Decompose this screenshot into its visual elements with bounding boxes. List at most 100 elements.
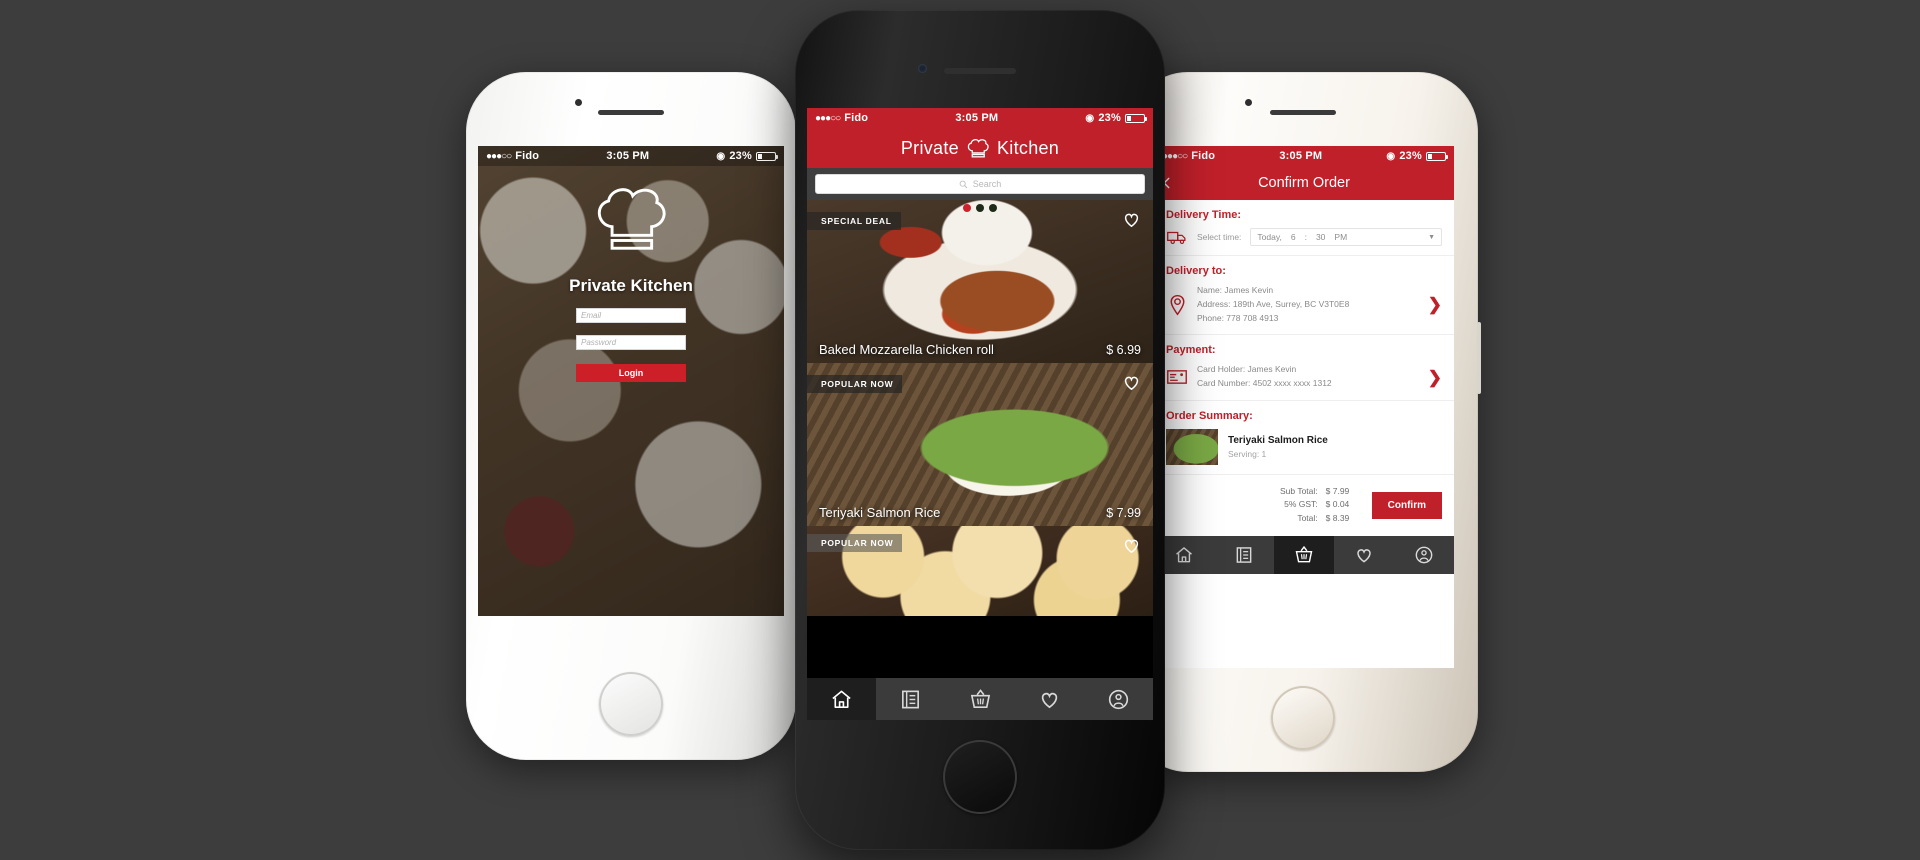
confirm-order-screen: ●●●○○ Fido 3:05 PM ◉ 23% Confirm Order D… — [1154, 146, 1454, 668]
card-badge: SPECIAL DEAL — [807, 212, 901, 230]
tab-menu[interactable] — [1214, 536, 1274, 574]
tab-favorites[interactable] — [1334, 536, 1394, 574]
phone-device-center: ●●●○○ Fido 3:05 PM ◉ 23% Private Kitchen — [795, 10, 1165, 850]
tab-home[interactable] — [807, 678, 877, 720]
order-summary-item: Teriyaki Salmon Rice Serving: 1 — [1166, 428, 1442, 465]
profile-icon — [1108, 689, 1129, 709]
login-button[interactable]: Login — [576, 364, 686, 382]
login-screen: ●●●○○ Fido 3:05 PM ◉ 23% Private Kitchen… — [478, 146, 784, 616]
carrier-label: Fido — [844, 112, 869, 124]
food-card[interactable]: POPULAR NOW — [807, 526, 1153, 616]
credit-card-icon — [1166, 370, 1188, 384]
clock-label: 3:05 PM — [955, 112, 999, 124]
email-field[interactable]: Email — [576, 308, 686, 323]
payment-heading: Payment: — [1166, 344, 1216, 357]
payment-section: Payment: Card Holder: James Kevin Card N… — [1154, 335, 1454, 401]
order-summary-heading: Order Summary: — [1166, 409, 1253, 422]
carousel-page-indicator — [963, 204, 997, 212]
time-hour-value: 6 — [1290, 232, 1296, 242]
search-bar-container: Search — [807, 168, 1153, 200]
food-feed[interactable]: SPECIAL DEAL Baked Mozzarella Chicken ro… — [807, 200, 1153, 616]
edit-address-chevron-icon[interactable]: ❯ — [1428, 296, 1442, 313]
food-name: Teriyaki Salmon Rice — [819, 505, 941, 520]
gst-value: $ 0.04 — [1325, 499, 1350, 510]
delivery-time-heading: Delivery Time: — [1166, 209, 1242, 221]
card-footer: Baked Mozzarella Chicken roll $ 6.99 — [807, 342, 1153, 357]
food-card[interactable]: SPECIAL DEAL Baked Mozzarella Chicken ro… — [807, 200, 1153, 363]
total-value: $ 8.39 — [1325, 513, 1350, 524]
heart-icon[interactable] — [1122, 536, 1141, 555]
search-input[interactable]: Search — [815, 174, 1145, 194]
order-summary-section: Order Summary: Teriyaki Salmon Rice Serv… — [1154, 401, 1454, 475]
tab-profile[interactable] — [1394, 536, 1454, 574]
home-button[interactable] — [599, 672, 663, 736]
location-pin-icon — [1166, 294, 1188, 316]
chevron-down-icon[interactable]: ▼ — [1428, 234, 1435, 241]
bottom-tab-bar — [807, 678, 1153, 720]
food-price: $ 6.99 — [1106, 343, 1141, 357]
confirm-button[interactable]: Confirm — [1371, 491, 1442, 519]
basket-icon — [970, 688, 990, 708]
front-camera-icon — [918, 64, 927, 73]
gst-label: 5% GST: — [1284, 499, 1318, 510]
tab-profile[interactable] — [1084, 678, 1153, 720]
clock-label: 3:05 PM — [1279, 150, 1323, 162]
time-select-dropdown[interactable]: Today, 6 : 30 PM ▼ — [1250, 228, 1442, 246]
totals-list: Sub Total: $ 7.99 5% GST: $ 0.04 Total: $ 8… — [1280, 485, 1360, 526]
card-badge: POPULAR NOW — [807, 534, 903, 552]
app-title-left: Private — [900, 137, 959, 158]
menu-book-icon — [902, 690, 920, 708]
battery-icon — [1425, 151, 1448, 161]
volume-side-button[interactable] — [1477, 322, 1481, 394]
front-camera-icon — [1245, 99, 1252, 106]
carrier-label: Fido — [1191, 150, 1216, 162]
battery-icon — [1124, 113, 1147, 123]
card-holder: Card Holder: James Kevin — [1197, 364, 1297, 375]
time-day-value: Today, — [1257, 232, 1282, 242]
heart-icon — [1041, 692, 1057, 708]
chef-hat-icon — [597, 188, 666, 250]
card-footer: Teriyaki Salmon Rice $ 7.99 — [807, 505, 1153, 520]
home-button[interactable] — [1271, 686, 1335, 750]
edit-payment-chevron-icon[interactable]: ❯ — [1428, 369, 1442, 386]
heart-icon[interactable] — [1122, 210, 1141, 229]
time-separator: : — [1304, 232, 1307, 242]
status-bar: ●●●○○ Fido 3:05 PM ◉ 23% — [807, 108, 1153, 128]
home-screen: ●●●○○ Fido 3:05 PM ◉ 23% Private Kitchen — [807, 108, 1153, 720]
food-name: Baked Mozzarella Chicken roll — [819, 342, 994, 357]
address-lines: Name: James Kevin Address: 189th Ave, Su… — [1197, 284, 1419, 325]
app-title-right: Kitchen — [996, 137, 1060, 158]
search-icon — [959, 180, 968, 188]
time-meridiem-value: PM — [1334, 232, 1348, 242]
profile-icon — [1415, 546, 1433, 563]
card-badge: POPULAR NOW — [807, 375, 903, 393]
alarm-icon: ◉ — [1386, 150, 1396, 162]
basket-icon — [1295, 545, 1313, 562]
time-minute-value: 30 — [1315, 232, 1326, 242]
chef-hat-icon — [967, 139, 989, 158]
home-icon — [1176, 546, 1192, 562]
select-time-label: Select time: — [1197, 232, 1242, 242]
recipient-address: Address: 189th Ave, Surrey, BC V3T0E8 — [1197, 298, 1350, 309]
total-label: Total: — [1297, 513, 1318, 524]
tab-menu[interactable] — [876, 678, 945, 720]
heart-icon[interactable] — [1122, 373, 1141, 392]
home-icon — [832, 690, 851, 708]
status-bar: ●●●○○ Fido 3:05 PM ◉ 23% — [1154, 146, 1454, 166]
delivery-truck-icon — [1166, 230, 1188, 245]
password-field[interactable]: Password — [576, 335, 686, 350]
earpiece-speaker — [944, 68, 1016, 74]
delivery-to-heading: Delivery to: — [1166, 265, 1226, 277]
tab-basket[interactable] — [1274, 535, 1334, 574]
tab-favorites[interactable] — [1015, 678, 1084, 720]
signal-dots-icon: ●●●○○ — [1162, 150, 1188, 162]
recipient-phone: Phone: 778 708 4913 — [1197, 312, 1279, 323]
home-button[interactable] — [943, 740, 1017, 814]
front-camera-icon — [575, 99, 582, 106]
delivery-time-section: Delivery Time: Select time: Today, 6: 3… — [1154, 200, 1454, 256]
food-card[interactable]: POPULAR NOW Teriyaki Salmon Rice $ 7.99 — [807, 363, 1153, 526]
battery-percent-label: 23% — [1098, 112, 1121, 124]
alarm-icon: ◉ — [1085, 112, 1095, 124]
tab-basket[interactable] — [945, 678, 1014, 720]
subtotal-label: Sub Total: — [1280, 485, 1318, 496]
